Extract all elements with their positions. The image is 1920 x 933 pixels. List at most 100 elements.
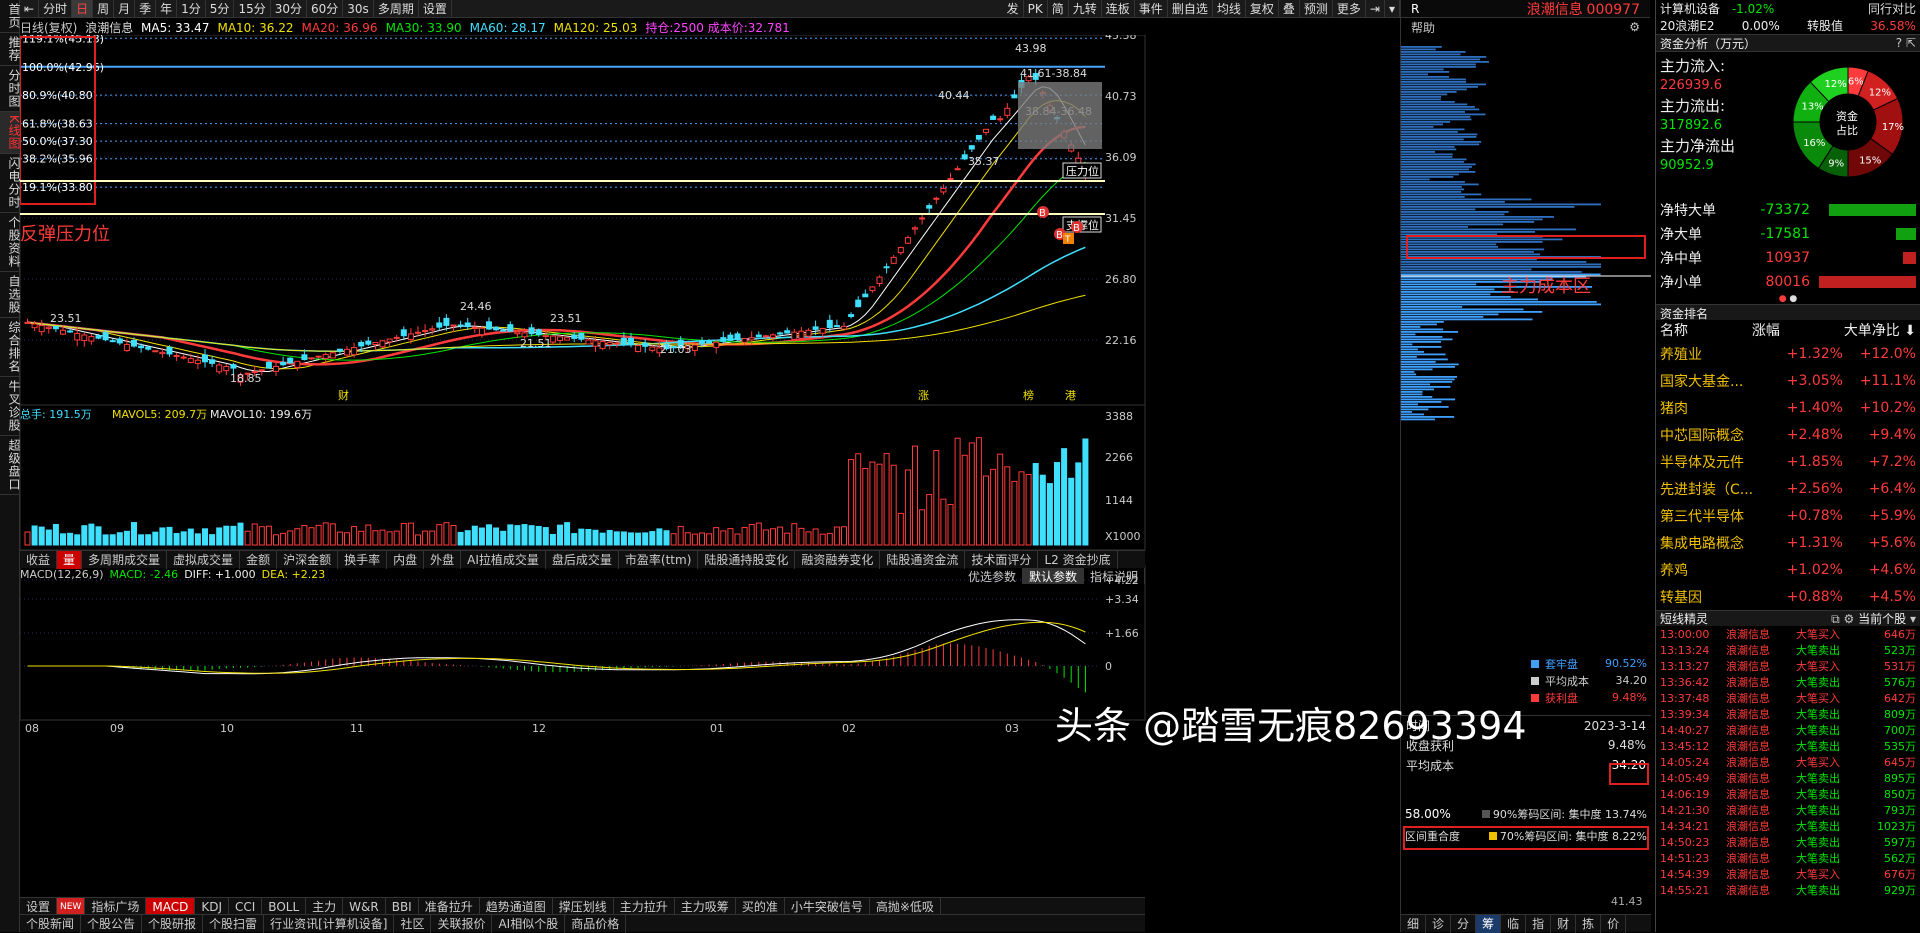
rank-row[interactable]: 半导体及元件 +1.85% +7.2% <box>1656 448 1920 475</box>
rank-header-2[interactable]: 大单净比 ⬇ <box>1844 320 1916 340</box>
trade-row[interactable]: 13:36:42 浪潮信息 大笔卖出 576万 <box>1660 674 1916 690</box>
ind-tab-3[interactable]: MACD <box>146 897 196 916</box>
news-tab-2[interactable]: 个股研报 <box>142 914 204 933</box>
vol-tab-1[interactable]: 量 <box>57 550 83 569</box>
macd-btn-1[interactable]: 默认参数 <box>1022 568 1084 584</box>
ind-tab-1[interactable]: NEW <box>57 897 86 916</box>
trade-row[interactable]: 14:05:49 浪潮信息 大笔卖出 895万 <box>1660 770 1916 786</box>
news-tab-5[interactable]: 社区 <box>394 914 432 933</box>
ind-tab-15[interactable]: 买的准 <box>736 897 785 916</box>
trade-row[interactable]: 13:13:24 浪潮信息 大笔卖出 523万 <box>1660 642 1916 658</box>
trade-row[interactable]: 14:55:21 浪潮信息 大笔卖出 929万 <box>1660 882 1916 898</box>
tool-9[interactable]: 叠 <box>1279 0 1300 18</box>
trade-row[interactable]: 14:21:30 浪潮信息 大笔卖出 793万 <box>1660 802 1916 818</box>
nav-item-8[interactable]: 牛叉诊股 <box>0 377 21 436</box>
period-13[interactable]: 设置 <box>419 0 452 18</box>
rank-header-1[interactable]: 涨幅 <box>1752 320 1780 340</box>
period-0[interactable]: 分时 <box>39 0 73 18</box>
chip-tab-5[interactable]: 指 <box>1526 914 1552 933</box>
period-4[interactable]: 季 <box>135 0 157 18</box>
nav-item-7[interactable]: 综合排名 <box>0 318 21 377</box>
rank-header-0[interactable]: 名称 <box>1660 320 1688 340</box>
vol-tab-14[interactable]: 陆股通资金流 <box>880 550 966 569</box>
trade-row[interactable]: 14:34:21 浪潮信息 大笔卖出 1023万 <box>1660 818 1916 834</box>
rank-row[interactable]: 转基因 +0.88% +4.5% <box>1656 583 1920 610</box>
period-8[interactable]: 15分 <box>234 0 271 18</box>
ind-tab-6[interactable]: BOLL <box>262 897 307 916</box>
tool-0[interactable]: 发 <box>1003 0 1024 18</box>
ind-tab-17[interactable]: 高抛※低吸 <box>870 897 941 916</box>
vol-tab-16[interactable]: L2 资金抄底 <box>1038 550 1118 569</box>
ind-tab-2[interactable]: 指标广场 <box>85 897 147 916</box>
tool-2[interactable]: 简 <box>1048 0 1069 18</box>
ind-tab-4[interactable]: KDJ <box>195 897 229 916</box>
rank-row[interactable]: 猪肉 +1.40% +10.2% <box>1656 394 1920 421</box>
chip-tab-8[interactable]: 价 <box>1601 914 1627 933</box>
tool-8[interactable]: 复权 <box>1246 0 1279 18</box>
gear-icon[interactable]: ⚙ <box>1629 20 1640 34</box>
period-1[interactable]: 日 <box>72 0 94 18</box>
ind-tab-16[interactable]: 小牛突破信号 <box>785 897 870 916</box>
back-icon[interactable]: ⇤ <box>20 0 40 18</box>
ind-tab-13[interactable]: 主力拉升 <box>614 897 675 916</box>
vol-tab-3[interactable]: 虚拟成交量 <box>167 550 241 569</box>
rank-row[interactable]: 中芯国际概念 +2.48% +9.4% <box>1656 421 1920 448</box>
rank-row[interactable]: 集成电路概念 +1.31% +5.6% <box>1656 529 1920 556</box>
dropdown-icon[interactable]: ▾ <box>1385 0 1400 18</box>
nav-item-1[interactable]: 推荐 <box>0 33 21 66</box>
rank-row[interactable]: 养鸡 +1.02% +4.6% <box>1656 556 1920 583</box>
period-3[interactable]: 月 <box>114 0 136 18</box>
vol-tab-12[interactable]: 陆股通持股变化 <box>698 550 796 569</box>
chip-tab-0[interactable]: 细 <box>1401 914 1427 933</box>
vol-tab-7[interactable]: 内盘 <box>387 550 425 569</box>
trade-row[interactable]: 14:05:24 浪潮信息 大笔买入 645万 <box>1660 754 1916 770</box>
news-tab-1[interactable]: 个股公告 <box>81 914 143 933</box>
news-tab-8[interactable]: 商品价格 <box>565 914 627 933</box>
period-12[interactable]: 多周期 <box>374 0 419 18</box>
rank-row[interactable]: 第三代半导体 +0.78% +5.9% <box>1656 502 1920 529</box>
vol-tab-6[interactable]: 换手率 <box>338 550 388 569</box>
vol-tab-10[interactable]: 盘后成交量 <box>546 550 619 569</box>
tool-1[interactable]: PK <box>1024 0 1048 18</box>
help-icon[interactable]: ? ⇱ <box>1896 36 1916 50</box>
vol-tab-8[interactable]: 外盘 <box>424 550 462 569</box>
period-10[interactable]: 60分 <box>307 0 344 18</box>
sector-name[interactable]: 计算机设备 <box>1660 2 1720 16</box>
nav-item-3[interactable]: K线图 <box>0 112 21 154</box>
period-11[interactable]: 30s <box>343 0 374 18</box>
nav-item-9[interactable]: 超级盘口 <box>0 436 21 495</box>
chip-tab-4[interactable]: 临 <box>1501 914 1527 933</box>
rank-row[interactable]: 国家大基金... +3.05% +11.1% <box>1656 367 1920 394</box>
vol-tab-11[interactable]: 市盈率(ttm) <box>619 550 699 569</box>
ind-tab-11[interactable]: 趋势通道图 <box>480 897 553 916</box>
period-7[interactable]: 5分 <box>206 0 235 18</box>
trade-row[interactable]: 14:06:19 浪潮信息 大笔卖出 850万 <box>1660 786 1916 802</box>
ind-tab-7[interactable]: 主力 <box>306 897 344 916</box>
period-6[interactable]: 1分 <box>177 0 206 18</box>
macd-btn-0[interactable]: 优选参数 <box>962 568 1023 584</box>
ind-tab-5[interactable]: CCI <box>229 897 263 916</box>
tool-7[interactable]: 均线 <box>1213 0 1246 18</box>
tool-3[interactable]: 九转 <box>1069 0 1102 18</box>
nav-item-5[interactable]: 个股资料 <box>0 213 21 272</box>
kline-chart[interactable]: 119.1%(45.13)100.0%(42.96)80.9%(40.80)61… <box>20 35 1400 897</box>
vol-tab-13[interactable]: 融资融券变化 <box>795 550 881 569</box>
period-2[interactable]: 周 <box>93 0 115 18</box>
trade-row[interactable]: 13:00:00 浪潮信息 大笔买入 646万 <box>1660 626 1916 642</box>
trade-row[interactable]: 13:13:27 浪潮信息 大笔买入 531万 <box>1660 658 1916 674</box>
trade-row[interactable]: 14:50:23 浪潮信息 大笔卖出 597万 <box>1660 834 1916 850</box>
vol-tab-0[interactable]: 收益 <box>20 550 58 569</box>
elf-filter[interactable]: 当前个股 <box>1858 612 1906 626</box>
chip-tab-7[interactable]: 拣 <box>1576 914 1602 933</box>
vol-tab-15[interactable]: 技术面评分 <box>965 550 1039 569</box>
news-tab-4[interactable]: 行业资讯[计算机设备] <box>264 914 395 933</box>
ind-tab-0[interactable]: 设置 <box>20 897 58 916</box>
period-9[interactable]: 30分 <box>271 0 307 18</box>
rank-row[interactable]: 先进封装（C... +2.56% +6.4% <box>1656 475 1920 502</box>
nav-item-2[interactable]: 分时图 <box>0 66 21 112</box>
nav-item-0[interactable]: 首页 <box>0 0 21 33</box>
news-tab-0[interactable]: 个股新闻 <box>20 914 82 933</box>
expand-icon[interactable]: ⇥ <box>1366 0 1385 18</box>
vol-tab-4[interactable]: 金额 <box>240 550 278 569</box>
trade-row[interactable]: 13:39:34 浪潮信息 大笔卖出 809万 <box>1660 706 1916 722</box>
